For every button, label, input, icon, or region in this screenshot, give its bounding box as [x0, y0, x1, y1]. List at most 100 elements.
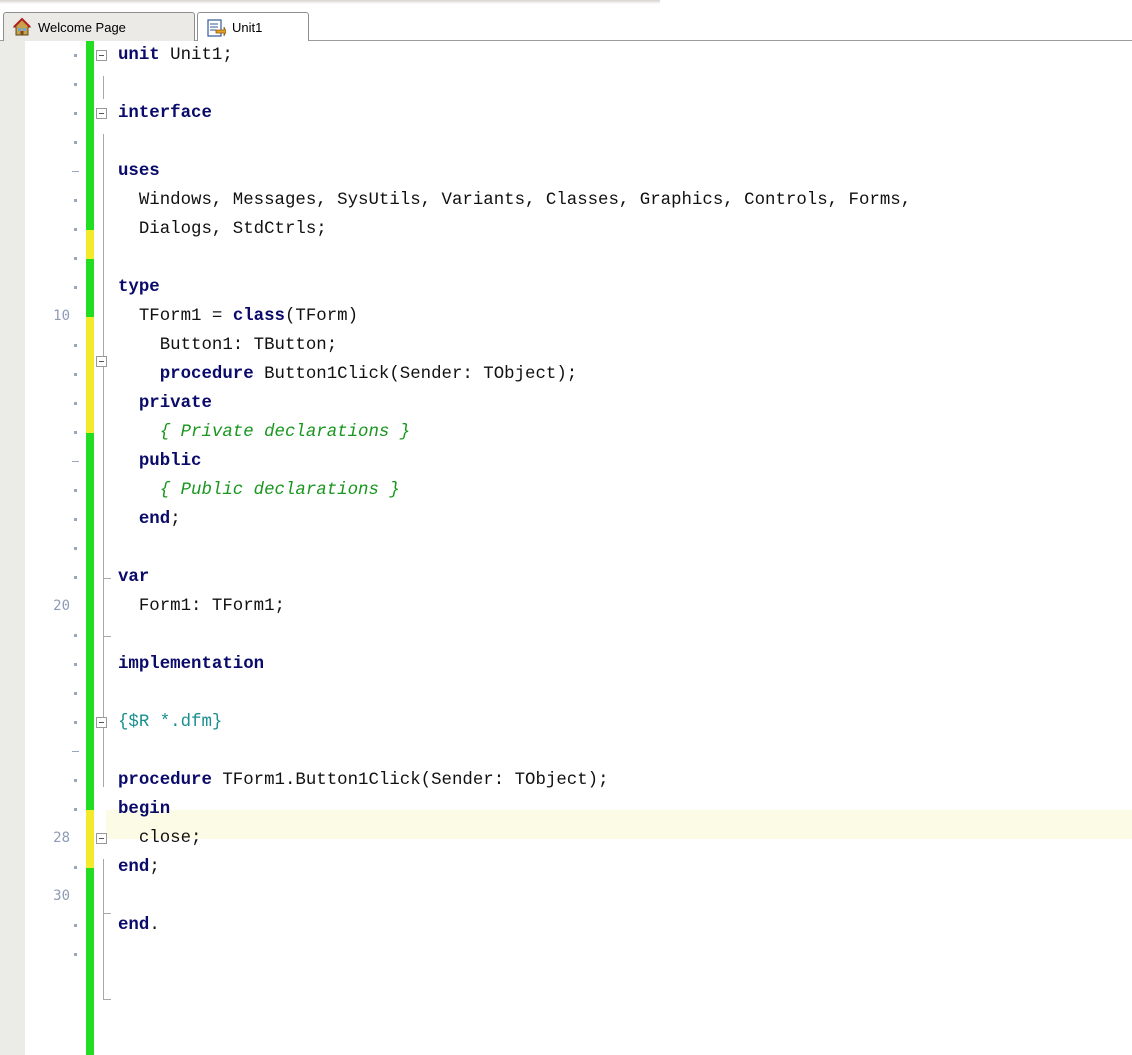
code-line[interactable]: procedure TForm1.Button1Click(Sender: TO… — [118, 766, 609, 795]
code-keyword: type — [118, 278, 160, 297]
fold-end-tick — [103, 636, 111, 637]
code-line[interactable]: type — [118, 273, 160, 302]
code-keyword: private — [138, 394, 212, 413]
code-text: Form1: TForm1; — [118, 597, 285, 616]
code-line[interactable]: TForm1 = class(TForm) — [118, 302, 358, 331]
line-marker-dot — [74, 924, 77, 927]
fold-toggle[interactable] — [96, 717, 107, 728]
fold-toggle[interactable] — [96, 50, 107, 61]
change-bar-modified — [86, 317, 94, 433]
line-marker-dot — [74, 141, 77, 144]
code-line[interactable]: Form1: TForm1; — [118, 592, 285, 621]
unit-file-icon — [206, 18, 227, 38]
code-keyword: public — [138, 452, 202, 471]
line-marker-dash — [72, 461, 79, 462]
code-line[interactable]: {$R *.dfm} — [118, 708, 222, 737]
change-bar-modified — [86, 810, 94, 868]
line-marker-dot — [74, 402, 77, 405]
tab-label: Welcome Page — [38, 19, 126, 35]
code-line[interactable]: unit Unit1; — [118, 41, 233, 70]
code-text: TForm1 = — [118, 307, 233, 326]
change-bar-saved — [86, 868, 94, 1055]
code-keyword: begin — [118, 800, 171, 819]
code-text: Button1Click(Sender: TObject); — [253, 365, 578, 384]
code-line[interactable]: private — [118, 389, 212, 418]
tab-welcome-page[interactable]: Welcome Page — [3, 12, 195, 41]
line-marker-dash — [72, 751, 79, 752]
code-line[interactable]: { Public declarations } — [118, 476, 400, 505]
line-marker-dot — [74, 692, 77, 695]
code-line[interactable]: var — [118, 563, 149, 592]
code-keyword: procedure — [118, 771, 212, 790]
code-editor[interactable]: unit Unit1; interface uses Windows, Messag… — [0, 41, 1132, 1055]
line-marker-dot — [74, 489, 77, 492]
line-marker-dot — [74, 634, 77, 637]
code-text: Unit1; — [159, 46, 233, 65]
fold-toggle[interactable] — [96, 108, 107, 119]
code-line[interactable]: end; — [118, 505, 181, 534]
change-bar-saved — [86, 259, 94, 317]
change-bar-modified — [86, 230, 94, 259]
code-keyword: class — [232, 307, 285, 326]
line-number: 28 — [53, 830, 70, 846]
line-marker-dot — [74, 518, 77, 521]
code-text: Windows, Messages, SysUtils, Variants, C… — [118, 191, 912, 210]
line-marker-dot — [74, 547, 77, 550]
line-marker-dot — [74, 257, 77, 260]
code-comment: { Public declarations } — [118, 481, 400, 500]
fold-end-tick — [103, 999, 111, 1000]
tab-bar-edge — [0, 0, 660, 4]
line-number: 30 — [53, 888, 70, 904]
code-text: TForm1.Button1Click(Sender: TObject); — [211, 771, 609, 790]
code-keyword: var — [118, 568, 150, 587]
line-number: 10 — [53, 308, 70, 324]
editor-gutter — [0, 41, 25, 1055]
code-text: Button1: TButton; — [118, 336, 338, 355]
line-marker-dot — [74, 344, 77, 347]
line-marker-dot — [74, 431, 77, 434]
code-line[interactable]: Windows, Messages, SysUtils, Variants, C… — [118, 186, 911, 215]
code-line[interactable]: end; — [118, 853, 160, 882]
code-directive: {$R *.dfm} — [118, 713, 223, 732]
code-line[interactable]: uses — [118, 157, 160, 186]
fold-toggle[interactable] — [96, 833, 107, 844]
code-line[interactable]: public — [118, 447, 202, 476]
tab-label: Unit1 — [232, 20, 263, 35]
current-line-highlight — [106, 810, 1132, 839]
line-marker-dot — [74, 373, 77, 376]
code-text: ; — [170, 510, 181, 529]
code-text: close; — [118, 829, 202, 848]
code-keyword: implementation — [118, 655, 265, 674]
code-line[interactable]: procedure Button1Click(Sender: TObject); — [118, 360, 577, 389]
tab-unit1[interactable]: Unit1 — [197, 12, 309, 42]
code-line[interactable]: { Private declarations } — [118, 418, 410, 447]
editor-tab-bar: Welcome Page Unit1 — [0, 0, 1132, 42]
fold-toggle[interactable] — [96, 356, 107, 367]
code-keyword: end — [138, 510, 171, 529]
change-bar-saved — [86, 41, 94, 230]
code-line[interactable]: end. — [118, 911, 160, 940]
code-text: . — [149, 916, 160, 935]
home-icon — [12, 17, 32, 37]
line-marker-dot — [74, 808, 77, 811]
code-line[interactable]: begin — [118, 795, 170, 824]
code-line[interactable]: interface — [118, 99, 212, 128]
line-marker-dot — [74, 953, 77, 956]
line-marker-dot — [74, 228, 77, 231]
line-marker-dot — [74, 286, 77, 289]
code-keyword: unit — [118, 46, 160, 65]
code-keyword: end — [118, 916, 150, 935]
code-line[interactable]: Button1: TButton; — [118, 331, 337, 360]
fold-guide — [103, 859, 104, 999]
code-line[interactable]: Dialogs, StdCtrls; — [118, 215, 327, 244]
fold-guide — [103, 743, 104, 787]
code-text: ; — [149, 858, 160, 877]
change-bar-saved — [86, 433, 94, 810]
code-keyword: procedure — [159, 365, 254, 384]
line-marker-dot — [74, 576, 77, 579]
code-comment: { Private declarations } — [118, 423, 411, 442]
code-line[interactable]: close; — [118, 824, 202, 853]
code-line[interactable]: implementation — [118, 650, 264, 679]
